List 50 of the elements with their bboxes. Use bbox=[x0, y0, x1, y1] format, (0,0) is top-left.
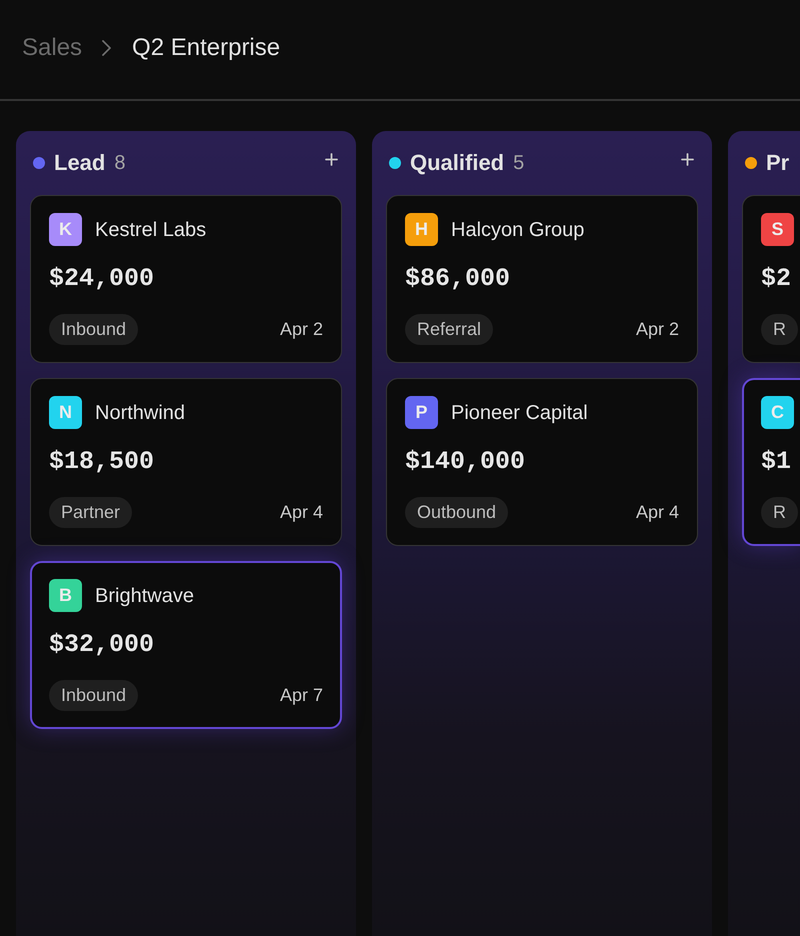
company-name: Halcyon Group bbox=[451, 218, 584, 242]
date-label: Apr 2 bbox=[280, 318, 323, 341]
source-tag: Partner bbox=[49, 497, 132, 528]
deal-amount: $86,000 bbox=[405, 264, 512, 294]
deal-card[interactable]: C $1 R bbox=[742, 378, 800, 546]
date-label: Apr 7 bbox=[280, 684, 323, 707]
deal-card[interactable]: N Northwind $18,500 Partner Apr 4 bbox=[30, 378, 342, 546]
breadcrumb-link[interactable]: Sales bbox=[22, 32, 82, 62]
deal-amount: $2 bbox=[761, 264, 792, 294]
deal-amount: $18,500 bbox=[49, 447, 156, 477]
source-tag: Referral bbox=[405, 314, 494, 345]
plus-icon bbox=[681, 152, 694, 166]
source-tag: Outbound bbox=[405, 497, 508, 528]
company-avatar: C bbox=[761, 396, 794, 429]
date-label: Apr 2 bbox=[636, 318, 679, 341]
deal-card[interactable]: H Halcyon Group $86,000 Referral Apr 2 bbox=[386, 195, 698, 363]
card-count: 5 bbox=[513, 151, 524, 176]
company-name: Northwind bbox=[95, 400, 186, 424]
column-title: Lead bbox=[54, 149, 106, 177]
deal-amount: $24,000 bbox=[49, 264, 156, 294]
company-name: Kestrel Labs bbox=[95, 218, 206, 242]
add-card-button[interactable] bbox=[681, 152, 694, 166]
column-title: Qualified bbox=[410, 149, 504, 177]
company-avatar: B bbox=[49, 579, 82, 612]
company-name: Pioneer Capital bbox=[451, 400, 588, 424]
card-count: 8 bbox=[114, 151, 126, 176]
plus-icon bbox=[325, 152, 338, 166]
company-avatar: H bbox=[405, 213, 438, 246]
company-avatar: S bbox=[761, 213, 794, 246]
company-name: Brightwave bbox=[95, 584, 194, 608]
company-avatar: K bbox=[49, 213, 82, 246]
deal-amount: $32,000 bbox=[49, 630, 156, 660]
chevron-right-icon bbox=[102, 40, 112, 56]
source-tag: Inbound bbox=[49, 314, 138, 345]
add-card-button[interactable] bbox=[325, 152, 338, 166]
deal-card[interactable]: P Pioneer Capital $140,000 Outbound Apr 4 bbox=[386, 378, 698, 546]
deal-card[interactable]: K Kestrel Labs $24,000 Inbound Apr 2 bbox=[30, 195, 342, 363]
source-tag: R bbox=[761, 314, 798, 345]
date-label: Apr 4 bbox=[636, 501, 679, 524]
date-label: Apr 4 bbox=[280, 501, 323, 524]
company-avatar: P bbox=[405, 396, 438, 429]
company-avatar: N bbox=[49, 396, 82, 429]
column-title: Pr bbox=[766, 149, 790, 177]
deal-amount: $1 bbox=[761, 447, 792, 477]
source-tag: Inbound bbox=[49, 680, 138, 711]
deal-card[interactable]: B Brightwave $32,000 Inbound Apr 7 bbox=[30, 561, 342, 729]
page-title: Q2 Enterprise bbox=[132, 32, 280, 62]
source-tag: R bbox=[761, 497, 798, 528]
deal-card[interactable]: S $2 R bbox=[742, 195, 800, 363]
deal-amount: $140,000 bbox=[405, 447, 526, 477]
